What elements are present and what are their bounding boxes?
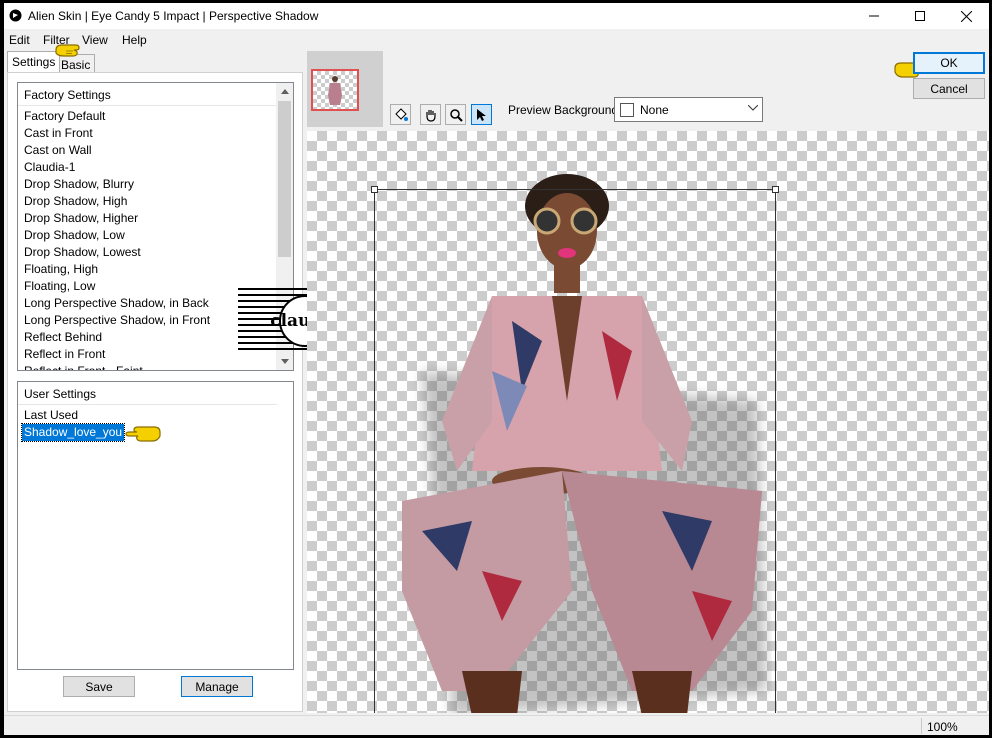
list-item[interactable]: Drop Shadow, Lowest	[24, 244, 274, 261]
menu-edit[interactable]: Edit	[9, 33, 30, 47]
manage-button[interactable]: Manage	[181, 676, 253, 697]
list-item[interactable]: Floating, Low	[24, 278, 274, 295]
list-item[interactable]: Cast in Front	[24, 125, 274, 142]
list-item[interactable]: Drop Shadow, Low	[24, 227, 274, 244]
alien-skin-app-icon	[9, 9, 22, 22]
ok-button[interactable]: OK	[913, 52, 985, 74]
thumbnail-figure	[328, 76, 342, 105]
close-icon	[960, 10, 972, 22]
zoom-icon	[449, 108, 463, 122]
bucket-icon	[394, 107, 408, 121]
chevron-down-icon	[748, 105, 758, 111]
header-divider	[18, 404, 277, 405]
list-item[interactable]: Long Perspective Shadow, in Front	[24, 312, 274, 329]
eye-candy-window: Alien Skin | Eye Candy 5 Impact | Perspe…	[4, 3, 989, 735]
factory-settings-header: Factory Settings	[24, 88, 111, 102]
header-divider	[18, 105, 277, 106]
list-item[interactable]: Reflect in Front - Faint	[24, 363, 274, 370]
list-item[interactable]: Reflect in Front	[24, 346, 274, 363]
preview-canvas[interactable]	[307, 131, 989, 713]
title-bar: Alien Skin | Eye Candy 5 Impact | Perspe…	[4, 3, 989, 29]
list-item[interactable]: Drop Shadow, High	[24, 193, 274, 210]
list-item[interactable]: Factory Default	[24, 108, 274, 125]
select-tool-button[interactable]	[471, 104, 492, 125]
status-divider	[921, 718, 922, 734]
minimize-button[interactable]	[851, 3, 897, 29]
preview-background-label: Preview Background:	[508, 103, 622, 117]
list-item[interactable]: Drop Shadow, Blurry	[24, 176, 274, 193]
list-item[interactable]: Floating, High	[24, 261, 274, 278]
pointing-hand-icon	[125, 426, 161, 442]
pointing-hand-icon	[55, 44, 80, 57]
settings-panel: Factory Settings Factory Default Cast in…	[7, 72, 303, 712]
chevron-down-icon	[280, 359, 289, 364]
maximize-button[interactable]	[897, 3, 943, 29]
bucket-tool-button[interactable]	[390, 104, 411, 125]
list-item[interactable]: Cast on Wall	[24, 142, 274, 159]
chevron-up-icon	[280, 89, 289, 94]
list-item-selected[interactable]: Shadow_love_you	[20, 423, 126, 442]
scroll-thumb[interactable]	[278, 101, 291, 257]
minimize-icon	[869, 15, 879, 17]
status-bar: 100%	[4, 715, 989, 735]
close-button[interactable]	[943, 3, 989, 29]
resize-handle[interactable]	[772, 186, 779, 193]
shadow-bounding-box[interactable]	[371, 186, 779, 713]
color-swatch	[620, 103, 634, 117]
thumbnail-view-rect[interactable]	[311, 69, 359, 111]
preview-background-select[interactable]: None	[614, 97, 763, 122]
list-item[interactable]: Claudia-1	[24, 159, 274, 176]
resize-handle[interactable]	[371, 186, 378, 193]
tab-settings[interactable]: Settings	[7, 51, 61, 73]
zoom-tool-button[interactable]	[445, 104, 466, 125]
window-title: Alien Skin | Eye Candy 5 Impact | Perspe…	[28, 9, 319, 23]
hand-icon	[425, 109, 436, 122]
arrow-pointer-icon	[476, 108, 486, 121]
save-button[interactable]: Save	[63, 676, 135, 697]
navigator-thumbnail[interactable]	[307, 51, 383, 127]
list-item[interactable]: Drop Shadow, Higher	[24, 210, 274, 227]
user-settings-header: User Settings	[24, 387, 97, 401]
scroll-down-arrow[interactable]	[276, 353, 293, 370]
hand-tool-button[interactable]	[420, 104, 441, 125]
menu-bar: Edit Filter View Help	[4, 30, 989, 50]
cancel-button[interactable]: Cancel	[913, 78, 985, 99]
menu-help[interactable]: Help	[122, 33, 147, 47]
zoom-level: 100%	[927, 720, 958, 734]
preview-background-value: None	[640, 103, 669, 117]
list-item[interactable]: Long Perspective Shadow, in Back	[24, 295, 274, 312]
maximize-icon	[915, 11, 925, 21]
list-item[interactable]: Reflect Behind	[24, 329, 274, 346]
scroll-up-arrow[interactable]	[276, 83, 293, 100]
